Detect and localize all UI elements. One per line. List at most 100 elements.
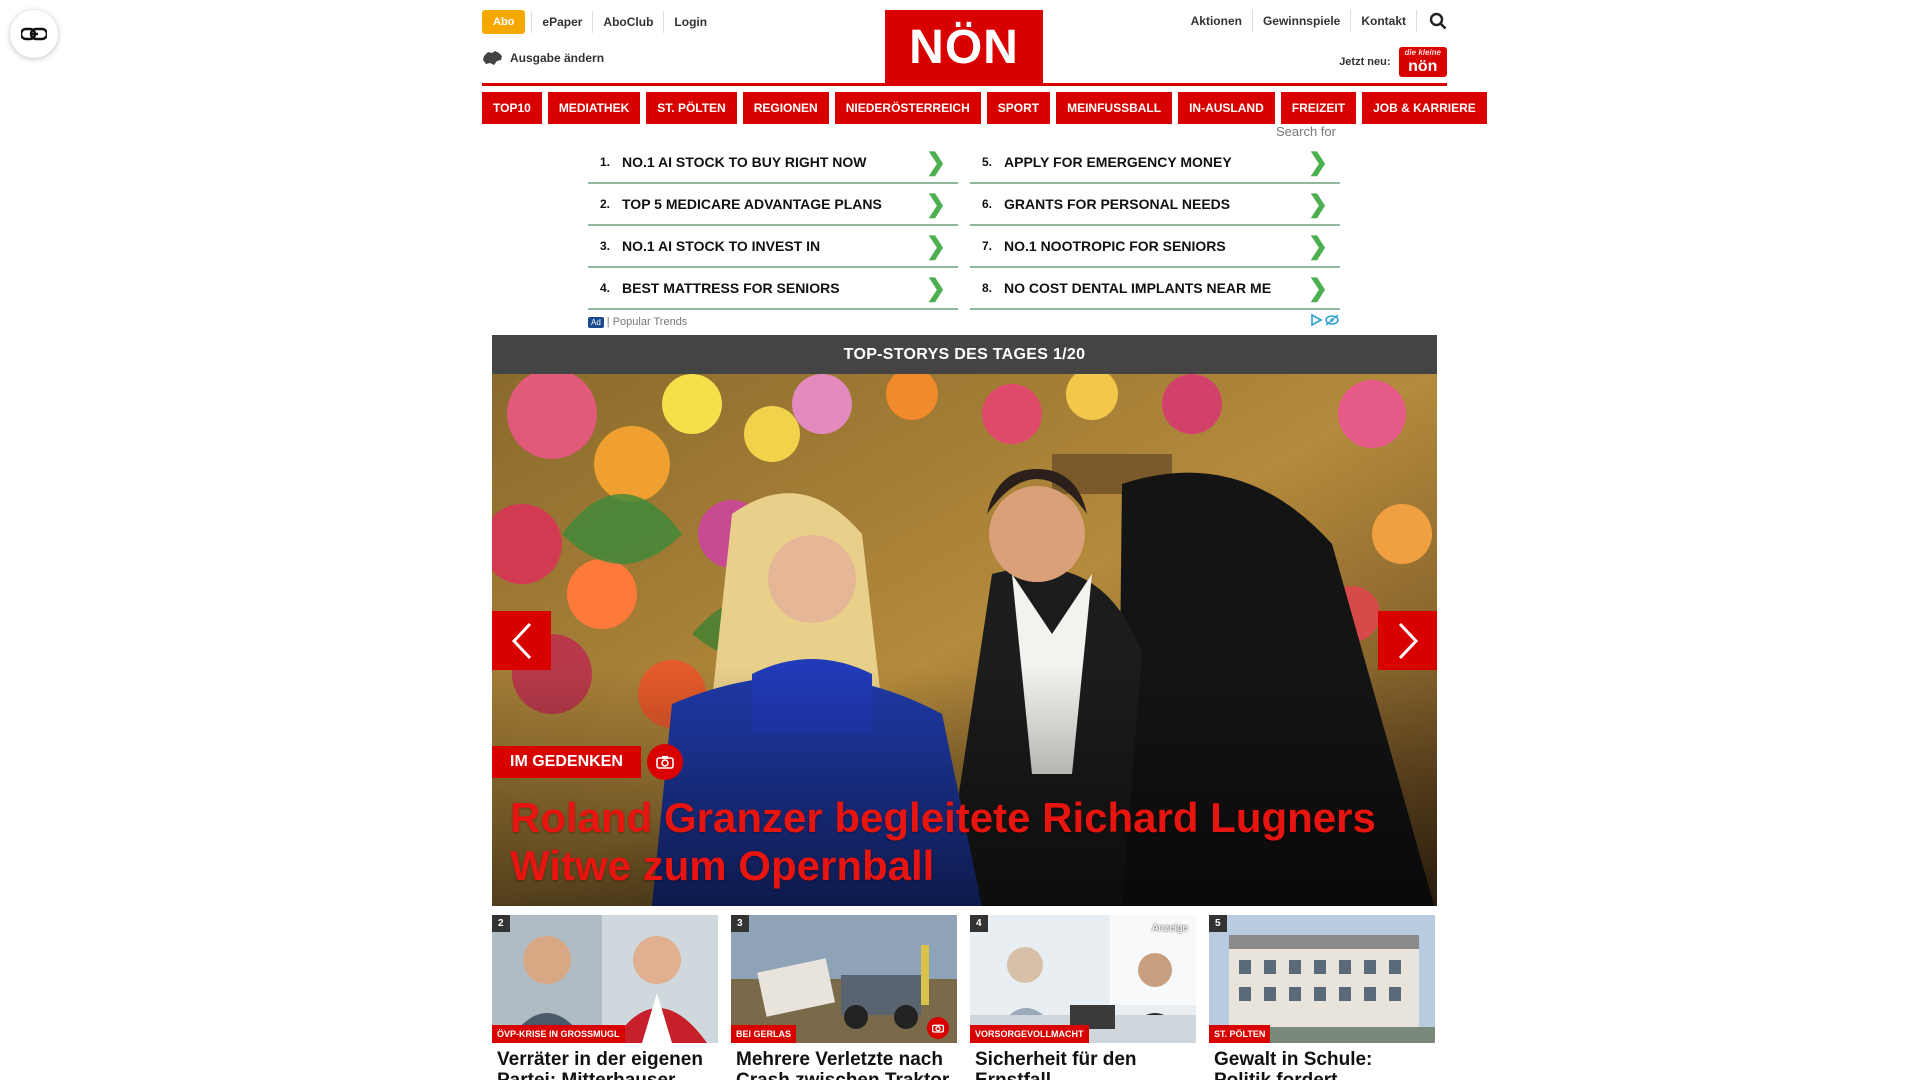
ad-link[interactable]: 7. NO.1 NOOTROPIC FOR SENIORS ❯ [970, 226, 1340, 268]
ad-link-number: 3. [599, 239, 610, 253]
top-nav-right: Aktionen Gewinnspiele Kontakt [1181, 10, 1447, 32]
teaser-card[interactable]: 4 Anzeige VORSORGEVOLLMACHT Sicherheit f… [970, 915, 1196, 1080]
nav-item-meinfussball[interactable]: MEINFUSSBALL [1056, 92, 1173, 124]
teaser-rank: 4 [970, 915, 988, 932]
chevron-right-icon [1398, 622, 1418, 659]
site-logo[interactable]: NÖN [885, 10, 1043, 84]
teaser-kicker: BEI GERLAS [731, 1025, 797, 1043]
ad-footer: Ad | Popular Trends [588, 313, 1340, 329]
carousel-prev-button[interactable] [492, 611, 551, 670]
ad-link-grid: 1. NO.1 AI STOCK TO BUY RIGHT NOW ❯ 5. APPL… [588, 142, 1340, 310]
top-link-epaper[interactable]: ePaper [531, 11, 592, 33]
nav-item-in-ausland[interactable]: IN-AUSLAND [1178, 92, 1275, 124]
ad-link[interactable]: 6. GRANTS FOR PERSONAL NEEDS ❯ [970, 184, 1340, 226]
nav-item-freizeit[interactable]: FREIZEIT [1280, 92, 1357, 124]
nav-item-niederoesterreich[interactable]: NIEDERÖSTERREICH [834, 92, 981, 124]
teaser-rank: 2 [492, 915, 510, 932]
ad-footer-label-wrap: Ad | Popular Trends [588, 316, 687, 328]
gallery-camera-icon [927, 1017, 949, 1039]
teaser-kicker: ÖVP-KRISE IN GROSSMUGL [492, 1025, 625, 1043]
chevron-right-icon: ❯ [1307, 190, 1328, 218]
header-divider [482, 83, 1447, 86]
ad-link[interactable]: 4. BEST MATTRESS FOR SENIORS ❯ [588, 268, 958, 310]
teaser-headline[interactable]: Gewalt in Schule: Politik fordert Konseq… [1209, 1043, 1435, 1080]
search-icon [1429, 12, 1447, 30]
teaser-rank: 5 [1209, 915, 1227, 932]
ad-link[interactable]: 2. TOP 5 MEDICARE ADVANTAGE PLANS ❯ [588, 184, 958, 226]
teaser-card[interactable]: 5 ST. PÖLTEN Gewalt in Schule: Politik f… [1209, 915, 1435, 1080]
teaser-kicker: ST. PÖLTEN [1209, 1025, 1271, 1043]
teaser-card[interactable]: 3 BEI GERLAS Mehrere Verletzte nach Cras… [731, 915, 957, 1080]
accessibility-button[interactable] [10, 10, 58, 58]
ad-link[interactable]: 8. NO COST DENTAL IMPLANTS NEAR ME ❯ [970, 268, 1340, 310]
chevron-right-icon: ❯ [925, 274, 946, 302]
promo-label: Jetzt neu: [1339, 56, 1391, 69]
site-header: Abo ePaper AboClub Login Ausgabe ändern … [482, 0, 1447, 86]
ad-link-label: GRANTS FOR PERSONAL NEEDS [1004, 196, 1231, 212]
ad-link-label: NO.1 AI STOCK TO INVEST IN [622, 238, 821, 254]
teaser-headline[interactable]: Sicherheit für den Ernstfall [970, 1043, 1196, 1080]
nav-item-job-karriere[interactable]: JOB & KARRIERE [1362, 92, 1487, 124]
ad-link[interactable]: 1. NO.1 AI STOCK TO BUY RIGHT NOW ❯ [588, 142, 958, 184]
promo-new: Jetzt neu: die kleine nön [1339, 47, 1447, 78]
edition-switcher[interactable]: Ausgabe ändern [482, 50, 604, 66]
kleine-noen-label: nön [1408, 57, 1438, 75]
chevron-right-icon: ❯ [925, 232, 946, 260]
teaser-row: 2 ÖVP-KRISE IN GROSSMUGL Verräter in der… [492, 915, 1437, 1080]
kleine-noen-logo[interactable]: die kleine nön [1398, 47, 1447, 78]
top-link-gewinnspiele[interactable]: Gewinnspiele [1251, 10, 1350, 32]
nav-item-sport[interactable]: SPORT [986, 92, 1051, 124]
ad-link-label: APPLY FOR EMERGENCY MONEY [1004, 154, 1232, 170]
chevron-right-icon: ❯ [1307, 274, 1328, 302]
teaser-image: 3 BEI GERLAS [731, 915, 957, 1043]
nav-item-mediathek[interactable]: MEDIATHEK [547, 92, 641, 124]
hero-category-tag[interactable]: IM GEDENKEN [492, 746, 641, 778]
top-nav-left: Abo ePaper AboClub Login [482, 10, 717, 34]
ad-link-label: TOP 5 MEDICARE ADVANTAGE PLANS [622, 196, 882, 212]
chevron-right-icon: ❯ [925, 190, 946, 218]
sponsored-label: Anzeige [1151, 923, 1188, 934]
top-link-aboclub[interactable]: AboClub [592, 11, 663, 33]
sponsored-search-block: 1. NO.1 AI STOCK TO BUY RIGHT NOW ❯ 5. APPL… [588, 142, 1340, 329]
edition-label: Ausgabe ändern [510, 51, 605, 65]
gallery-camera-icon [647, 744, 683, 780]
chevron-right-icon: ❯ [1307, 148, 1328, 176]
chevron-right-icon: ❯ [1307, 232, 1328, 260]
nav-item-st-poelten[interactable]: ST. PÖLTEN [646, 92, 737, 124]
ad-search-for-label: Search for [1276, 124, 1336, 139]
chevron-right-icon: ❯ [925, 148, 946, 176]
top-link-aktionen[interactable]: Aktionen [1181, 10, 1252, 32]
teaser-kicker: VORSORGEVOLLMACHT [970, 1025, 1089, 1043]
ad-link-number: 8. [981, 281, 992, 295]
accessibility-icon [21, 27, 47, 41]
main-navigation: TOP10 MEDIATHEK ST. PÖLTEN REGIONEN NIED… [482, 92, 1487, 124]
abo-button[interactable]: Abo [482, 10, 526, 34]
teaser-rank: 3 [731, 915, 749, 932]
teaser-image: 4 Anzeige VORSORGEVOLLMACHT [970, 915, 1196, 1043]
ad-link-number: 4. [599, 281, 610, 295]
ad-link-number: 7. [981, 239, 992, 253]
kleine-noen-small-label: die kleine [1404, 48, 1441, 57]
chevron-left-icon [511, 622, 531, 659]
top-link-login[interactable]: Login [663, 11, 717, 33]
ad-link[interactable]: 5. APPLY FOR EMERGENCY MONEY ❯ [970, 142, 1340, 184]
teaser-headline[interactable]: Mehrere Verletzte nach Crash zwischen Tr… [731, 1043, 957, 1080]
ad-badge: Ad [588, 316, 604, 328]
teaser-headline[interactable]: Verräter in der eigenen Partei: Mitterha… [492, 1043, 718, 1080]
search-button[interactable] [1416, 10, 1447, 32]
carousel-next-button[interactable] [1378, 611, 1437, 670]
top-stories-heading: TOP-STORYS DES TAGES 1/20 [492, 335, 1437, 374]
ad-link-number: 6. [981, 197, 992, 211]
teaser-card[interactable]: 2 ÖVP-KRISE IN GROSSMUGL Verräter in der… [492, 915, 718, 1080]
hero-headline[interactable]: Roland Granzer begleitete Richard Lugner… [510, 794, 1430, 890]
page-container: Abo ePaper AboClub Login Ausgabe ändern … [482, 0, 1487, 1080]
ad-link-label: BEST MATTRESS FOR SENIORS [622, 280, 840, 296]
nav-item-top10[interactable]: TOP10 [482, 92, 542, 124]
top-link-kontakt[interactable]: Kontakt [1350, 10, 1416, 32]
ad-link[interactable]: 3. NO.1 AI STOCK TO INVEST IN ❯ [588, 226, 958, 268]
ad-link-label: NO COST DENTAL IMPLANTS NEAR ME [1004, 280, 1272, 296]
nav-item-regionen[interactable]: REGIONEN [742, 92, 829, 124]
hero-story[interactable]: IM GEDENKEN Roland Granzer begleitete Ri… [492, 374, 1437, 906]
top-stories: TOP-STORYS DES TAGES 1/20 IM GEDENKEN Ro… [492, 335, 1437, 906]
adchoices-icon[interactable] [1310, 313, 1340, 329]
